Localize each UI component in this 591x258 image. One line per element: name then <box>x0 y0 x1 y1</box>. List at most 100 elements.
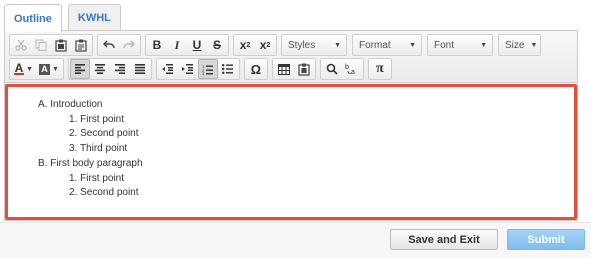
outline-text: Third point <box>79 143 128 155</box>
superscript-button[interactable]: x2 <box>255 35 275 55</box>
find-button[interactable] <box>322 59 342 79</box>
paste-button[interactable] <box>51 35 71 55</box>
redo-button[interactable] <box>119 35 139 55</box>
styles-dropdown[interactable]: Styles ▼ <box>281 34 347 56</box>
copy-icon <box>35 39 47 51</box>
outline-item: A. Introduction <box>38 98 143 113</box>
chevron-down-icon: ▼ <box>51 65 59 73</box>
align-right-icon <box>114 64 125 74</box>
undo-button[interactable] <box>99 35 119 55</box>
search-icon <box>326 63 338 75</box>
scissors-icon <box>15 39 27 51</box>
special-character-button[interactable]: Ω <box>246 59 266 79</box>
paste-word-icon <box>298 63 310 76</box>
outline-item: 2. Second point <box>38 127 143 142</box>
outline-marker: A. <box>38 99 48 110</box>
tab-kwhl[interactable]: KWHL <box>67 4 121 31</box>
outdent-icon <box>162 64 174 74</box>
align-center-button[interactable] <box>90 59 110 79</box>
outline-marker: 2. <box>69 128 78 140</box>
outline-item: B. First body paragraph <box>38 157 143 172</box>
toolbar-row-2: A ▼ A ▼ 1 2 3 Ω b a π <box>9 58 396 80</box>
outline-text: Second point <box>80 187 139 199</box>
save-and-exit-button[interactable]: Save and Exit <box>390 229 498 250</box>
paste-text-button[interactable] <box>71 35 91 55</box>
indent-button[interactable] <box>178 59 198 79</box>
bullet-list-button[interactable] <box>218 59 238 79</box>
table-button[interactable] <box>274 59 294 79</box>
replace-button[interactable]: ba <box>342 59 362 79</box>
align-left-icon <box>74 64 85 74</box>
outline-marker: 3. <box>69 143 78 155</box>
submit-button[interactable]: Submit <box>507 229 585 250</box>
format-label: Format <box>359 39 391 51</box>
bold-button[interactable]: B <box>147 35 167 55</box>
outline-item: 3. Third point <box>38 142 143 157</box>
table-icon <box>277 63 290 75</box>
math-button[interactable]: π <box>370 59 390 79</box>
justify-button[interactable] <box>130 59 150 79</box>
find-group: ba <box>319 58 364 80</box>
tab-bar: Outline KWHL <box>4 4 121 32</box>
editor-content-area[interactable]: A. Introduction 1. First point 2. Second p… <box>5 84 577 220</box>
paste-word-button[interactable] <box>294 59 314 79</box>
text-color-button[interactable]: A ▼ <box>11 59 36 79</box>
rich-text-editor: B I U S x2 x2 Styles ▼ Format ▼ Font ▼ Size… <box>4 30 578 221</box>
insert-group <box>271 58 316 80</box>
replace-icon: ba <box>345 64 355 75</box>
align-left-button[interactable] <box>69 59 90 79</box>
align-center-icon <box>94 64 105 74</box>
undo-icon <box>103 40 115 49</box>
clipboard-group <box>9 34 93 56</box>
align-right-button[interactable] <box>110 59 130 79</box>
superscript-x: x <box>259 38 267 52</box>
outline-list: A. Introduction 1. First point 2. Second p… <box>38 98 143 201</box>
outline-marker: B. <box>38 157 48 169</box>
subscript-mark: 2 <box>246 41 251 49</box>
strikethrough-button[interactable]: S <box>207 35 227 55</box>
toolbar-row-1: B I U S x2 x2 Styles ▼ Format ▼ Font ▼ Size… <box>9 34 546 56</box>
size-dropdown[interactable]: Size ▼ <box>498 34 541 56</box>
bg-color-button[interactable]: A ▼ <box>36 59 62 79</box>
font-dropdown[interactable]: Font ▼ <box>427 34 493 56</box>
tab-kwhl-label: KWHL <box>77 12 111 24</box>
font-label: Font <box>434 39 455 51</box>
numbered-list-button[interactable]: 123 <box>197 59 218 79</box>
subscript-button[interactable]: x2 <box>235 35 255 55</box>
bullet-list-icon <box>222 64 234 74</box>
superscript-mark: 2 <box>266 41 271 49</box>
copy-button[interactable] <box>31 35 51 55</box>
format-dropdown[interactable]: Format ▼ <box>352 34 422 56</box>
outline-text: Second point <box>80 128 139 140</box>
chevron-down-icon: ▼ <box>26 65 33 73</box>
math-group: π <box>367 58 392 80</box>
tab-outline[interactable]: Outline <box>4 4 62 32</box>
paste-icon <box>55 39 67 52</box>
text-style-group: B I U S <box>145 34 229 56</box>
chevron-down-icon: ▼ <box>480 41 487 49</box>
styles-label: Styles <box>288 39 316 51</box>
color-group: A ▼ A ▼ <box>9 58 64 80</box>
svg-text:3: 3 <box>202 71 205 75</box>
svg-text:a: a <box>351 69 355 75</box>
subscript-x: x <box>239 38 247 52</box>
history-group <box>97 34 141 56</box>
chevron-down-icon: ▼ <box>409 41 416 49</box>
cut-button[interactable] <box>11 35 31 55</box>
tab-outline-label: Outline <box>14 12 52 25</box>
outline-item: 2. Second point <box>38 186 143 201</box>
italic-button[interactable]: I <box>167 35 187 55</box>
text-color-letter: A <box>14 61 24 75</box>
outdent-button[interactable] <box>158 59 178 79</box>
size-label: Size <box>505 39 525 51</box>
special-char-group: Ω <box>243 58 268 80</box>
outline-marker: 1. <box>69 113 78 125</box>
footer-bar <box>0 222 591 258</box>
text-color-icon: A <box>14 61 24 75</box>
svg-text:b: b <box>345 64 349 71</box>
underline-button[interactable]: U <box>187 35 207 55</box>
outline-text: Introduction <box>50 99 103 110</box>
paste-text-icon <box>75 39 87 52</box>
bg-color-letter: A <box>38 63 50 75</box>
justify-icon <box>134 64 145 74</box>
